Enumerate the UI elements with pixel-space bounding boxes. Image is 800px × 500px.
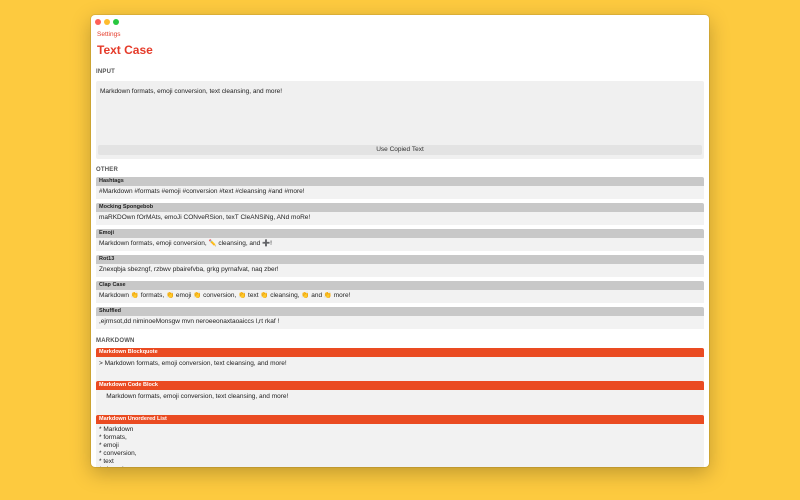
input-text-value: Markdown formats, emoji conversion, text…	[100, 88, 283, 95]
clap-case-card[interactable]: Clap Case Markdown 👏 formats, 👏 emoji 👏 …	[96, 281, 704, 303]
card-title: Clap Case	[96, 281, 704, 290]
markdown-blockquote-card[interactable]: Markdown Blockquote > Markdown formats, …	[96, 348, 704, 385]
app-window: Settings Text Case INPUT Markdown format…	[91, 15, 709, 467]
input-text-area[interactable]: Markdown formats, emoji conversion, text…	[96, 81, 704, 159]
card-value: Markdown 👏 formats, 👏 emoji 👏 conversion…	[96, 290, 704, 303]
card-title: Shuffled	[96, 307, 704, 316]
card-value: ,ejrmsot,dd niminoeMonsgw mvn neroeeonax…	[96, 316, 704, 329]
card-value: Znexqbja sbezngf, rzbwv pbairefvba, grkg…	[96, 264, 704, 277]
markdown-section-label: MARKDOWN	[96, 338, 135, 344]
page-title: Text Case	[97, 43, 153, 57]
minimize-window-button[interactable]	[104, 19, 110, 25]
use-copied-text-button[interactable]: Use Copied Text	[98, 145, 702, 155]
card-title: Mocking Spongebob	[96, 203, 704, 212]
card-value: maRKDOwn fOrMAts, emoJi CONveRSion, texT…	[96, 212, 704, 225]
card-value: Markdown formats, emoji conversion, ✏️ c…	[96, 238, 704, 251]
title-bar	[91, 15, 709, 29]
card-title: Markdown Code Block	[96, 381, 704, 390]
input-section-label: INPUT	[96, 69, 115, 75]
card-title: Markdown Blockquote	[96, 348, 704, 357]
shuffled-card[interactable]: Shuffled ,ejrmsot,dd niminoeMonsgw mvn n…	[96, 307, 704, 329]
other-section-label: OTHER	[96, 167, 118, 173]
card-value: * Markdown * formats, * emoji * conversi…	[96, 424, 704, 467]
emoji-card[interactable]: Emoji Markdown formats, emoji conversion…	[96, 229, 704, 251]
card-title: Hashtags	[96, 177, 704, 186]
card-title: Rot13	[96, 255, 704, 264]
card-value: Markdown formats, emoji conversion, text…	[96, 390, 704, 418]
card-value: #Markdown #formats #emoji #conversion #t…	[96, 186, 704, 199]
hashtags-card[interactable]: Hashtags #Markdown #formats #emoji #conv…	[96, 177, 704, 199]
card-title: Emoji	[96, 229, 704, 238]
mocking-spongebob-card[interactable]: Mocking Spongebob maRKDOwn fOrMAts, emoJ…	[96, 203, 704, 225]
card-title: Markdown Unordered List	[96, 415, 704, 424]
close-window-button[interactable]	[95, 19, 101, 25]
markdown-code-block-card[interactable]: Markdown Code Block Markdown formats, em…	[96, 381, 704, 418]
back-to-settings-link[interactable]: Settings	[97, 31, 121, 38]
zoom-window-button[interactable]	[113, 19, 119, 25]
rot13-card[interactable]: Rot13 Znexqbja sbezngf, rzbwv pbairefvba…	[96, 255, 704, 277]
markdown-unordered-list-card[interactable]: Markdown Unordered List * Markdown * for…	[96, 415, 704, 467]
